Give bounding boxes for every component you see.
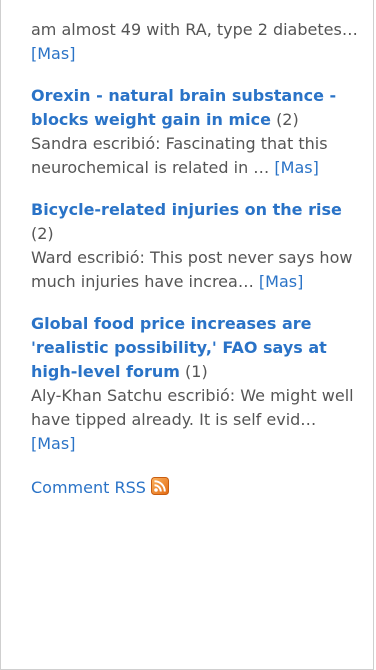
entry-excerpt: Ward escribió: This post never says how … [31,246,359,294]
entry-title-link[interactable]: Bicycle-related injuries on the rise [31,200,342,219]
entry-comment-count: (2) [31,224,54,243]
entry-title-line: Bicycle-related injuries on the rise (2) [31,198,359,246]
rss-feed-icon[interactable] [150,477,169,495]
comment-rss-footer: Comment RSS [31,476,359,500]
entry-comment-count: (1) [185,362,208,381]
entry-more-link[interactable]: [Mas] [31,434,75,453]
entry-title-line: Orexin - natural brain substance - block… [31,84,359,132]
entry-more-link[interactable]: [Mas] [259,272,303,291]
entry-title-link[interactable]: Global food price increases are 'realist… [31,314,327,381]
entry-excerpt-text: Ward escribió: This post never says how … [31,248,353,291]
entry-excerpt: Aly-Khan Satchu escribió: We might well … [31,384,359,456]
entry-title-line: Global food price increases are 'realist… [31,312,359,384]
comment-entry-orexin: Orexin - natural brain substance - block… [31,84,359,180]
recent-comments-panel: am almost 49 with RA, type 2 diabetes… [… [0,0,374,670]
entry-excerpt: Sandra escribió: Fascinating that this n… [31,132,359,180]
comment-entry-food-price: Global food price increases are 'realist… [31,312,359,456]
intro-snippet: am almost 49 with RA, type 2 diabetes… [… [31,18,359,66]
entry-more-link[interactable]: [Mas] [274,158,318,177]
intro-text: am almost 49 with RA, type 2 diabetes… [31,20,358,39]
comment-rss-link[interactable]: Comment RSS [31,476,146,500]
entry-excerpt-text: Aly-Khan Satchu escribió: We might well … [31,386,354,429]
entry-comment-count: (2) [276,110,299,129]
comment-entry-bicycle: Bicycle-related injuries on the rise (2)… [31,198,359,294]
intro-more-link[interactable]: [Mas] [31,44,75,63]
